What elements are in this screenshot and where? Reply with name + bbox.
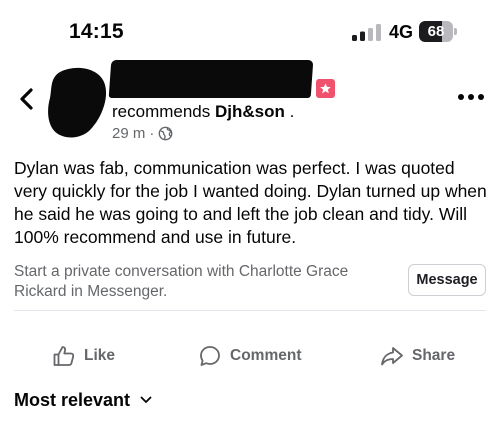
star-badge-icon <box>316 79 335 98</box>
thumbs-up-icon <box>53 346 75 366</box>
back-button[interactable] <box>16 86 40 112</box>
post-meta: 29 m · <box>112 125 173 142</box>
ellipsis-icon <box>458 94 484 100</box>
battery-nub <box>454 28 457 35</box>
message-button[interactable]: Message <box>408 264 486 296</box>
globe-icon <box>158 126 173 141</box>
more-options-button[interactable] <box>456 92 486 102</box>
sort-label: Most relevant <box>14 389 131 410</box>
chevron-down-icon <box>140 396 152 403</box>
network-type: 4G <box>389 22 414 42</box>
recommends-suffix: . <box>284 102 295 121</box>
status-time: 14:15 <box>69 20 124 43</box>
divider <box>14 310 486 311</box>
like-label: Like <box>84 347 116 364</box>
recommends-text: recommends <box>112 102 215 121</box>
comment-button[interactable]: Comment <box>198 340 301 372</box>
comment-label: Comment <box>230 347 302 364</box>
post-body-text: Dylan was fab, communication was perfect… <box>14 158 487 247</box>
recommendation-line: recommends Djh&son . <box>112 102 294 122</box>
share-arrow-icon <box>381 347 403 366</box>
messenger-prompt-text: Start a private conversation with Charlo… <box>14 263 349 300</box>
status-bar: 14:15 4G 68 <box>0 0 500 56</box>
battery-level: 68 <box>427 23 445 40</box>
post-action-bar: Like Comment Share <box>0 340 500 372</box>
avatar[interactable] <box>46 66 108 140</box>
star-icon <box>320 83 331 94</box>
speech-bubble-icon <box>200 346 220 366</box>
battery-icon: 68 <box>419 21 457 42</box>
signal-bars-icon <box>352 24 381 41</box>
like-button[interactable]: Like <box>52 340 115 372</box>
page-name-link[interactable]: Djh&son <box>215 102 285 121</box>
share-button[interactable]: Share <box>380 340 455 372</box>
post-timestamp[interactable]: 29 m <box>112 125 145 142</box>
author-name-redacted[interactable] <box>108 60 314 98</box>
share-label: Share <box>412 347 456 364</box>
chevron-left-icon <box>20 88 33 110</box>
meta-separator: · <box>149 125 155 142</box>
comment-sort-dropdown[interactable]: Most relevant <box>14 388 152 412</box>
battery-body: 68 <box>419 21 453 42</box>
